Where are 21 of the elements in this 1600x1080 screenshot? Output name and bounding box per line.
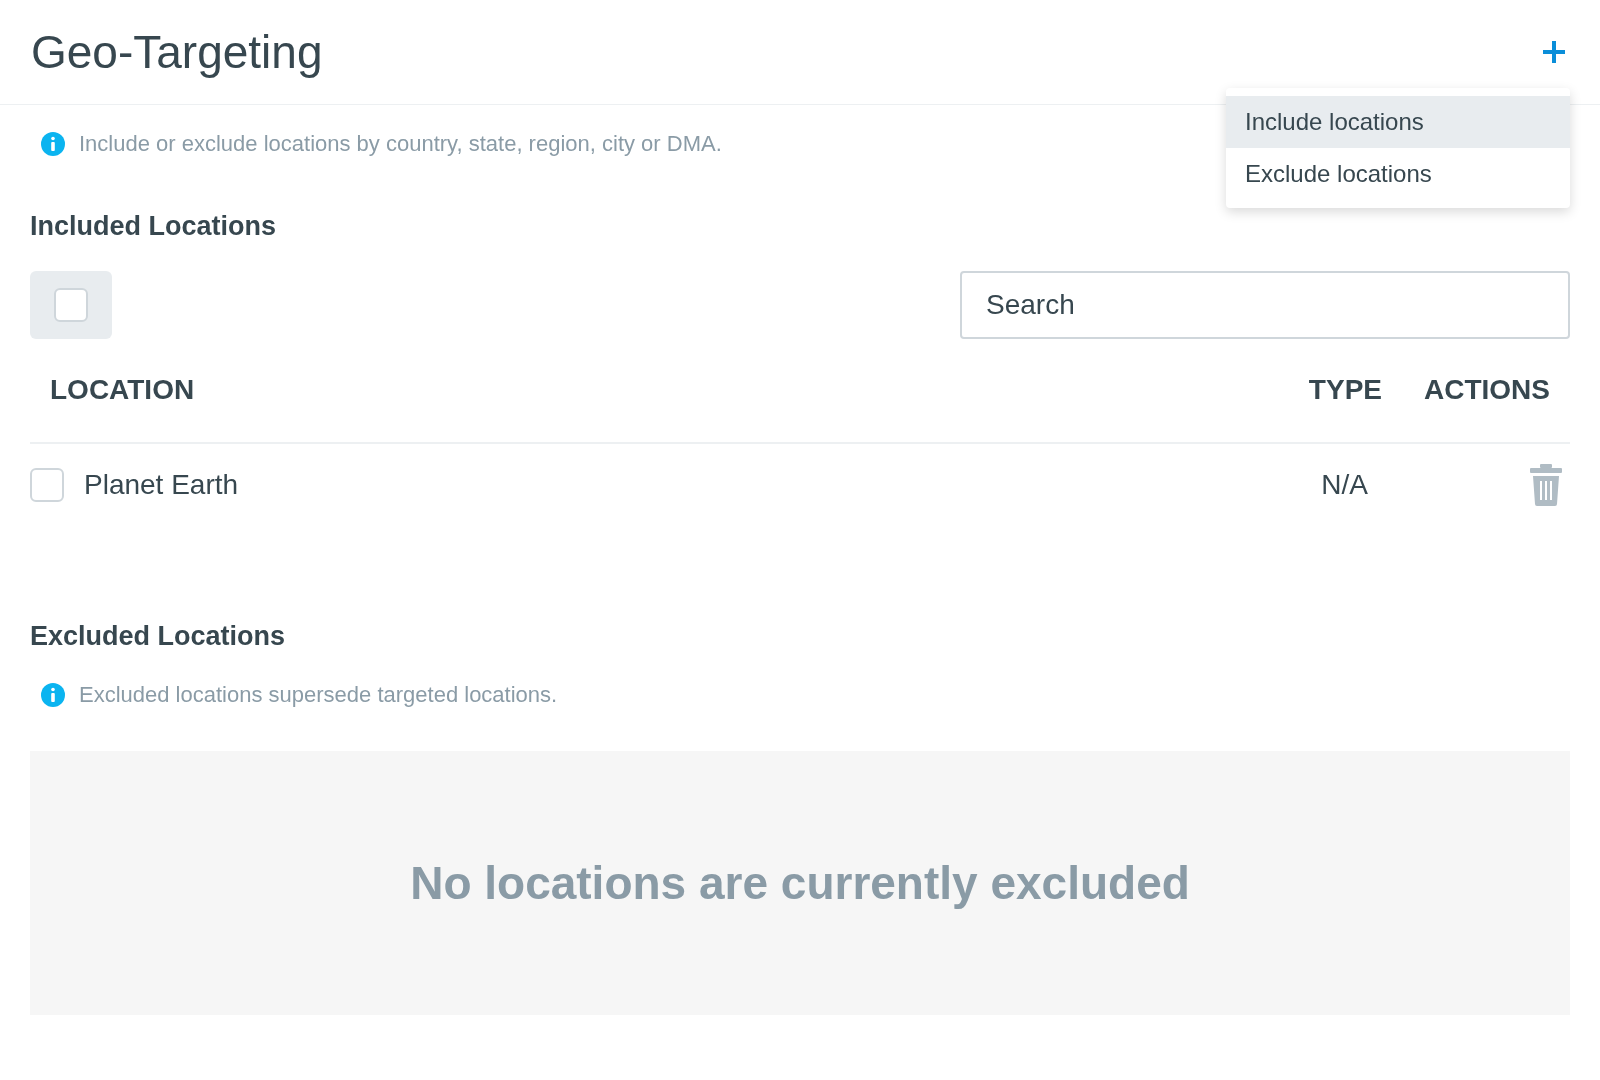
checkbox[interactable] — [30, 467, 64, 502]
info-text: Excluded locations supersede targeted locations. — [79, 681, 558, 709]
location-cell-text: Planet Earth — [84, 467, 240, 502]
section-title: Included Locations — [30, 210, 278, 243]
plus-icon[interactable] — [1541, 39, 1567, 65]
section-title: Excluded Locations — [30, 619, 287, 653]
search-field[interactable]: Search — [960, 270, 1570, 339]
select-all-button[interactable] — [30, 270, 112, 339]
page-title: Geo-Targeting — [31, 24, 323, 80]
menu-item[interactable]: Exclude locations — [1226, 148, 1570, 200]
column-header: ACTIONS — [1424, 373, 1550, 407]
empty-state-text: No locations are currently excluded — [410, 855, 1190, 911]
info-text: Include or exclude locations by country, state, region, city or DMA. — [79, 130, 722, 158]
column-header: TYPE — [1308, 373, 1382, 407]
column-header: LOCATION — [50, 373, 196, 407]
info-icon — [41, 131, 65, 156]
type-cell-text: N/A — [1321, 467, 1368, 502]
menu-item[interactable]: Include locations — [1226, 96, 1570, 148]
checkbox[interactable] — [54, 287, 88, 322]
info-icon — [41, 682, 65, 707]
trash-icon[interactable] — [1530, 463, 1562, 506]
